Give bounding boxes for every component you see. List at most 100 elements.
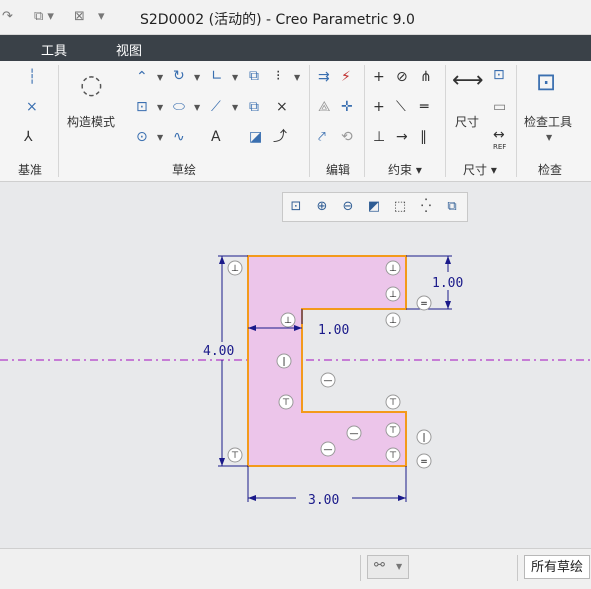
title-bar: ↷ ⧉ ▾ ⊠ ▾ S2D0002 (活动的) - Creo Parametri… xyxy=(0,0,591,35)
construct-mode-label[interactable]: 构造模式 xyxy=(67,113,115,130)
divide-icon[interactable]: ✛ xyxy=(341,99,353,115)
fillet-icon[interactable]: ∟ xyxy=(211,68,223,84)
group-label-inspect: 检查 xyxy=(538,163,563,177)
inspect-dropdown-icon[interactable]: ▼ xyxy=(546,133,552,142)
coincident-constraint-icon: ⊥ xyxy=(385,286,401,302)
horizontal-constraint-icon: — xyxy=(320,372,336,388)
midpoint-constraint-icon[interactable]: ⋔ xyxy=(420,69,432,85)
corner-icon[interactable]: ⟲ xyxy=(341,129,353,145)
sketch-profile[interactable] xyxy=(247,255,407,467)
group-label-constraint[interactable]: 约束 ▾ xyxy=(388,161,422,178)
circle-icon[interactable]: ⊙ xyxy=(136,129,148,145)
inspect-tool-icon[interactable]: ⊡ xyxy=(536,69,556,95)
tangent-constraint-icon[interactable]: ⊘ xyxy=(396,69,408,85)
horizontal-constraint-icon: — xyxy=(346,425,362,441)
equal-constraint-icon: = xyxy=(416,295,432,311)
svg-text:⊥: ⊥ xyxy=(389,316,397,326)
dimension-icon[interactable]: ⟷ xyxy=(452,69,484,93)
perimeter-icon[interactable]: ⊡ xyxy=(493,67,505,83)
coincident-constraint-icon: ⊥ xyxy=(227,260,243,276)
menu-tools[interactable]: 工具 xyxy=(41,40,67,59)
group-label-dimension[interactable]: 尺寸 ▾ xyxy=(463,161,497,178)
thicken-icon[interactable]: ⧉ xyxy=(249,99,259,115)
coincident-constraint-icon: ⊤ xyxy=(385,394,401,410)
ellipse-dropdown-icon[interactable]: ▼ xyxy=(194,103,200,112)
svg-text:⊤: ⊤ xyxy=(282,398,290,408)
arc-icon[interactable]: ↻ xyxy=(173,68,185,84)
dimension-height-text[interactable]: 4.00 xyxy=(203,344,234,359)
fillet-dropdown-icon[interactable]: ▼ xyxy=(232,73,238,82)
svg-text:⊤: ⊤ xyxy=(231,451,239,461)
rotate-resize-icon[interactable]: ⤤ xyxy=(318,129,326,145)
dimension-button-label[interactable]: 尺寸 xyxy=(455,113,479,130)
horizontal-constraint-icon[interactable]: + xyxy=(373,99,385,115)
coincident-constraint-icon: ⊥ xyxy=(280,312,296,328)
svg-text:⊤: ⊤ xyxy=(389,451,397,461)
find-button[interactable]: ⚯ ▼ xyxy=(367,555,409,579)
line-dropdown-icon[interactable]: ▼ xyxy=(157,73,163,82)
svg-text:|: | xyxy=(282,357,285,367)
menu-bar: 工具 视图 xyxy=(0,35,591,61)
symmetric-constraint-icon[interactable]: → xyxy=(396,129,408,145)
arc-dropdown-icon[interactable]: ▼ xyxy=(194,73,200,82)
centerline-dropdown-icon[interactable]: ▼ xyxy=(294,73,300,82)
equal-constraint-icon: = xyxy=(416,453,432,469)
close-window-icon[interactable]: ⊠ xyxy=(74,9,85,24)
window-switch-icon[interactable]: ⧉ ▾ xyxy=(34,9,54,24)
baseline-icon[interactable]: ▭ xyxy=(493,99,506,115)
dimension-width-text[interactable]: 3.00 xyxy=(308,493,339,508)
equal-constraint-icon[interactable]: ═ xyxy=(420,99,428,115)
text-icon[interactable]: A xyxy=(211,129,221,145)
status-divider xyxy=(517,555,518,581)
svg-text:—: — xyxy=(324,445,333,455)
selection-filter-select[interactable]: 所有草绘 xyxy=(524,555,590,579)
inspect-tool-label[interactable]: 检查工具 xyxy=(524,113,572,130)
mirror-icon[interactable]: ⟁ xyxy=(318,99,331,115)
centerline-tool-icon[interactable]: ⁝ xyxy=(276,68,280,84)
modify-icon[interactable]: ⇉ xyxy=(318,69,330,85)
find-dropdown-icon[interactable]: ▼ xyxy=(396,562,402,571)
point-icon[interactable]: × xyxy=(26,99,38,115)
spline-icon[interactable]: ∿ xyxy=(173,129,185,145)
dimension-top-height-text[interactable]: 1.00 xyxy=(432,276,463,291)
perpendicular-constraint-icon[interactable]: ⊥ xyxy=(373,129,385,145)
coincident-constraint-icon[interactable]: ⟍ xyxy=(396,99,406,115)
vertical-constraint-icon[interactable]: + xyxy=(373,69,385,85)
chamfer-dropdown-icon[interactable]: ▼ xyxy=(232,103,238,112)
delete-segment-icon[interactable]: ⚡ xyxy=(341,69,351,85)
point-tool-icon[interactable]: × xyxy=(276,99,288,115)
coincident-constraint-icon: ⊥ xyxy=(385,312,401,328)
palette-icon[interactable]: ◪ xyxy=(249,129,262,145)
status-bar: ⚯ ▼ 所有草绘 xyxy=(0,548,591,589)
coincident-constraint-icon: ⊥ xyxy=(385,260,401,276)
centerline-icon[interactable]: ┆ xyxy=(28,69,36,85)
coordinate-system-icon[interactable]: ⅄ xyxy=(24,129,33,145)
group-label-datum: 基准 xyxy=(18,163,43,177)
svg-text:=: = xyxy=(420,457,428,467)
ellipse-icon[interactable]: ⬭ xyxy=(173,99,185,115)
dimension-notch-width-text[interactable]: 1.00 xyxy=(318,323,349,338)
circle-dropdown-icon[interactable]: ▼ xyxy=(157,133,163,142)
parallel-constraint-icon[interactable]: ∥ xyxy=(420,129,427,145)
chamfer-icon[interactable]: ⟋ xyxy=(211,99,221,115)
construct-mode-icon[interactable]: ◌ xyxy=(80,71,103,99)
rectangle-icon[interactable]: ⊡ xyxy=(136,99,148,115)
svg-text:|: | xyxy=(422,433,425,443)
coincident-constraint-icon: ⊤ xyxy=(227,447,243,463)
graphics-area[interactable]: ⊡ ⊕ ⊖ ◩ ⬚ ⁛ ⧉ 4.00 3.00 1.00 1.00 ⊥ ⊥ ⊥ … xyxy=(0,182,591,548)
coord-sys-tool-icon[interactable]: ⤴ xyxy=(273,129,287,145)
redo-icon[interactable]: ↷ xyxy=(2,9,13,24)
reference-dim-icon[interactable]: ↔ xyxy=(493,127,505,143)
svg-text:⊤: ⊤ xyxy=(389,426,397,436)
customize-toolbar-icon[interactable]: ▾ xyxy=(98,9,105,24)
coincident-constraint-icon: ⊤ xyxy=(385,447,401,463)
group-divider xyxy=(58,65,59,177)
dimension-height[interactable] xyxy=(218,255,248,467)
svg-text:⊥: ⊥ xyxy=(231,264,239,274)
line-icon[interactable]: ⌃ xyxy=(136,69,148,85)
offset-icon[interactable]: ⧉ xyxy=(249,68,259,84)
menu-view[interactable]: 视图 xyxy=(116,40,142,59)
window-title: S2D0002 (活动的) - Creo Parametric 9.0 xyxy=(140,12,415,28)
rectangle-dropdown-icon[interactable]: ▼ xyxy=(157,103,163,112)
group-divider xyxy=(364,65,365,177)
